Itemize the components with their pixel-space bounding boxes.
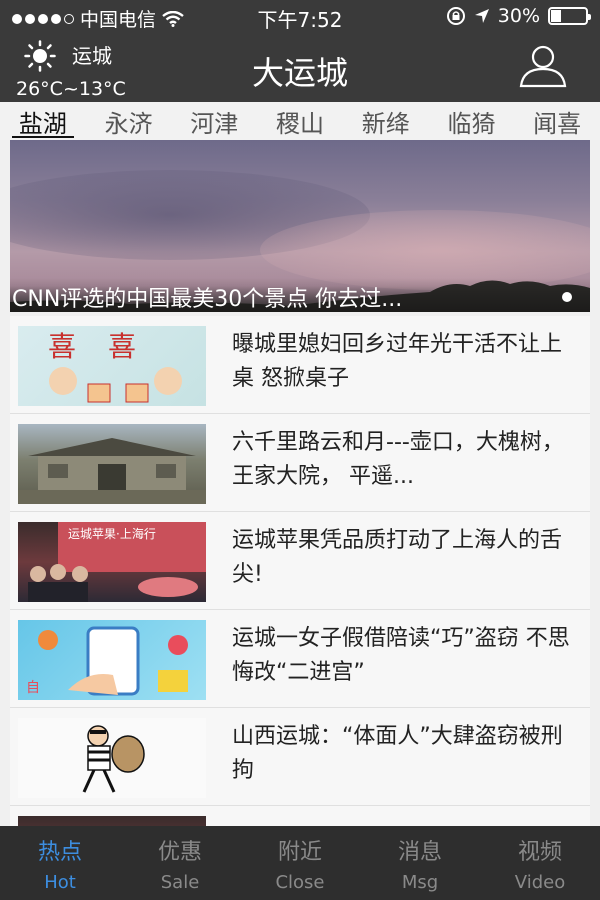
news-headline: 运城一女子假借陪读“巧”盗窃 不思悔改“二进宫”: [232, 626, 570, 685]
user-icon[interactable]: [518, 44, 568, 88]
tab-region[interactable]: 河津: [171, 102, 257, 140]
news-list: 喜 喜 曝城里媳妇回乡过年光干活不让上桌 怒掀桌子 六千里路云和月---壶口，大…: [10, 316, 590, 828]
tab-label-en: Sale: [160, 872, 200, 893]
news-thumbnail: [18, 718, 206, 798]
tab-close[interactable]: 附近 Close: [240, 826, 360, 900]
tab-region[interactable]: 新绛: [343, 102, 429, 140]
news-thumbnail: [18, 424, 206, 504]
svg-text:自: 自: [26, 680, 40, 696]
svg-text:喜: 喜: [108, 330, 136, 363]
tab-label-zh: 优惠: [157, 840, 202, 865]
tab-label-zh: 视频: [517, 840, 562, 865]
news-item[interactable]: 运城苹果·上海行 运城苹果凭品质打动了上海人的舌尖!: [10, 512, 590, 610]
tab-label-en: Hot: [44, 872, 76, 893]
tab-video[interactable]: 视频 Video: [480, 826, 600, 900]
page-title: 大运城: [251, 54, 348, 92]
tab-label-zh: 热点: [37, 840, 82, 865]
tab-region[interactable]: 永济: [86, 102, 172, 140]
tab-region[interactable]: 稷山: [257, 102, 343, 140]
tab-label-en: Msg: [401, 872, 439, 893]
news-item[interactable]: 喜 喜 曝城里媳妇回乡过年光干活不让上桌 怒掀桌子: [10, 316, 590, 414]
banner-caption: CNN评选的中国最美30个景点 你去过...: [10, 278, 590, 312]
banner-page-indicator: [562, 292, 572, 302]
location-arrow-icon: [474, 9, 489, 23]
tab-msg[interactable]: 消息 Msg: [360, 826, 480, 900]
featured-banner[interactable]: CNN评选的中国最美30个景点 你去过...: [10, 140, 590, 312]
tab-label-en: Video: [514, 872, 566, 893]
region-tabs: 盐湖 永济 河津 稷山 新绛 临猗 闻喜: [0, 102, 600, 140]
tab-hot[interactable]: 热点 Hot: [0, 826, 120, 900]
news-item[interactable]: [10, 806, 590, 828]
orientation-lock-icon: [446, 7, 465, 25]
tab-region[interactable]: 临猗: [429, 102, 515, 140]
tab-region[interactable]: 闻喜: [514, 102, 600, 140]
news-headline: 运城苹果凭品质打动了上海人的舌尖!: [232, 528, 563, 587]
battery-icon: [548, 7, 591, 25]
news-item[interactable]: 六千里路云和月---壶口，大槐树， 王家大院， 平遥...: [10, 414, 590, 512]
app-header: 运城 26°C~13°C 大运城: [0, 32, 600, 102]
news-thumbnail: 自: [18, 620, 206, 700]
svg-text:喜: 喜: [48, 330, 76, 363]
battery-percent: 30%: [497, 5, 540, 27]
status-right: 30%: [446, 5, 591, 27]
bottom-tab-bar: 热点 Hot 优惠 Sale 附近 Close 消息 Msg 视频 Video: [0, 826, 600, 900]
news-thumbnail: 喜 喜: [18, 326, 206, 406]
news-item[interactable]: 自 运城一女子假借陪读“巧”盗窃 不思悔改“二进宫”: [10, 610, 590, 708]
tab-sale[interactable]: 优惠 Sale: [120, 826, 240, 900]
tab-label-zh: 附近: [277, 840, 322, 865]
status-bar: 中国电信 下午7:52 30%: [0, 0, 600, 32]
news-headline: 曝城里媳妇回乡过年光干活不让上桌 怒掀桌子: [232, 332, 563, 391]
news-item[interactable]: 山西运城：“体面人”大肆盗窃被刑拘: [10, 708, 590, 806]
news-headline: 山西运城：“体面人”大肆盗窃被刑拘: [232, 724, 563, 783]
news-thumbnail: 运城苹果·上海行: [18, 522, 206, 602]
tab-region[interactable]: 盐湖: [0, 102, 86, 140]
tab-label-en: Close: [275, 872, 325, 893]
news-headline: 六千里路云和月---壶口，大槐树， 王家大院， 平遥...: [232, 430, 564, 489]
svg-text:运城苹果·上海行: 运城苹果·上海行: [68, 526, 156, 541]
tab-label-zh: 消息: [397, 840, 442, 865]
